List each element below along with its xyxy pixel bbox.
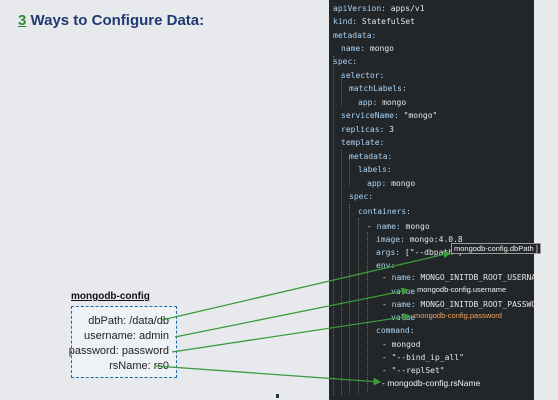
yaml-line: env: (376, 261, 396, 270)
configmap-line-password: password: password (68, 345, 169, 357)
yaml-line: - mongod (382, 340, 421, 349)
ref-dbpath: mongodb-config.dbPath ] (451, 243, 541, 254)
yaml-line: spec: (333, 57, 358, 66)
configmap-box: dbPath: /data/db username: admin passwor… (68, 306, 177, 378)
yaml-line: - "--replSet" (382, 366, 445, 375)
yaml-line: - "--bind_ip_all" (382, 353, 464, 362)
yaml-line: name: mongo (341, 44, 394, 53)
yaml-line: args: ["--dbpath", (376, 248, 463, 257)
yaml-line: command: (376, 326, 415, 335)
yaml-line: app: mongo (367, 179, 416, 188)
yaml-line: serviceName: "mongo" (341, 111, 438, 120)
yaml-line: labels: (358, 165, 392, 174)
yaml-line: value (391, 313, 416, 322)
ref-username: mongodb-config.username (417, 285, 507, 294)
yaml-line: - name: MONGO_INITDB_ROOT_USERNAME (382, 273, 546, 282)
yaml-line: image: mongo:4.0.8 (376, 235, 463, 244)
configmap-line-dbpath: dbPath: /data/db (88, 315, 169, 327)
yaml-code-panel: apiVersion: apps/v1 kind: StatefulSet me… (329, 0, 546, 400)
configmap-name: mongodb-config (71, 291, 150, 302)
yaml-line: metadata: (349, 152, 393, 161)
yaml-line: template: (341, 138, 385, 147)
ref-password: mongodb-config.password (414, 311, 502, 320)
ref-rsname: - mongodb-config.rsName (382, 378, 481, 388)
slide: 3 Ways to Configure Data: mongodb-config… (0, 0, 558, 400)
configmap-line-rsname: rsName: rs0 (109, 360, 169, 372)
yaml-line: - name: MONGO_INITDB_ROOT_PASSWORD (382, 300, 546, 309)
yaml-line: selector: (341, 71, 385, 80)
bottom-marker (276, 394, 279, 398)
yaml-line: - name: mongo (367, 222, 430, 231)
yaml-line: containers: (358, 207, 411, 216)
yaml-line: matchLabels: (349, 84, 407, 93)
yaml-line: kind: StatefulSet (333, 17, 415, 26)
yaml-line: replicas: 3 (341, 125, 394, 134)
yaml-line: metadata: (333, 31, 377, 40)
configmap-line-username: username: admin (84, 330, 169, 342)
yaml-line: apiVersion: apps/v1 (333, 4, 425, 13)
yaml-line: spec: (349, 192, 374, 201)
title-text: Ways to Configure Data: (26, 12, 205, 29)
slide-title: 3 Ways to Configure Data: (18, 12, 204, 29)
yaml-line: app: mongo (358, 98, 407, 107)
yaml-line: value (391, 287, 416, 296)
